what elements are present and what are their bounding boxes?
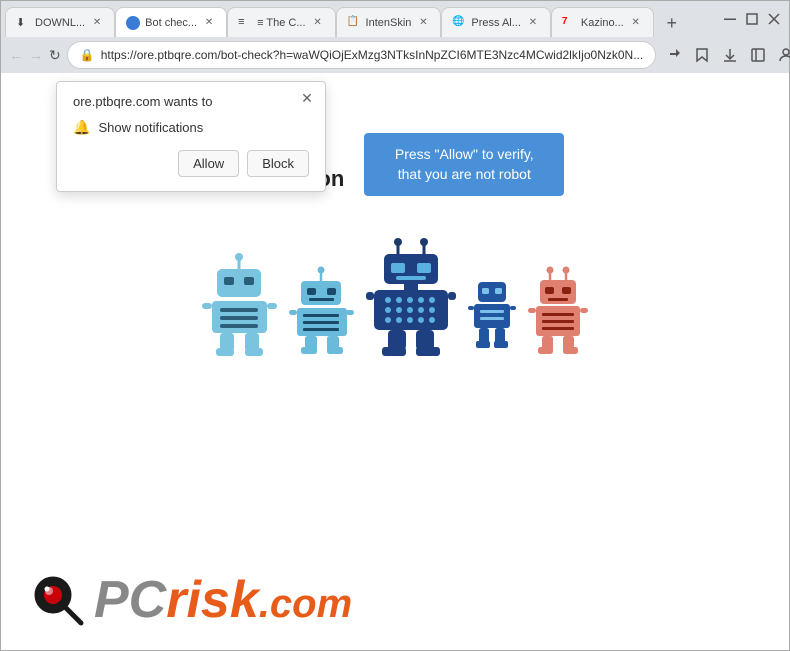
title-bar: ⬇ DOWNL... ✕ Bot chec... ✕ ≡ ≡ The C... … xyxy=(1,1,789,37)
verification-badge: Press "Allow" to verify, that you are no… xyxy=(364,133,564,196)
robot-4 xyxy=(468,276,516,356)
bell-icon: 🔔 xyxy=(73,119,90,136)
tab-download[interactable]: ⬇ DOWNL... ✕ xyxy=(5,7,115,37)
risk-text: risk xyxy=(166,571,259,629)
sidebar-button[interactable] xyxy=(746,43,770,67)
tab-favicon-2 xyxy=(126,16,140,30)
bookmark-button[interactable] xyxy=(690,43,714,67)
tab-thec[interactable]: ≡ ≡ The C... ✕ xyxy=(227,7,335,37)
tab-label-2: Bot chec... xyxy=(145,17,197,29)
notification-popup: ✕ ore.ptbqre.com wants to 🔔 Show notific… xyxy=(56,81,326,192)
tab-close-4[interactable]: ✕ xyxy=(416,16,430,30)
forward-button[interactable]: → xyxy=(29,41,43,69)
tab-label-6: Kazino... xyxy=(581,17,624,29)
tab-favicon-4: 📋 xyxy=(347,16,361,30)
tab-close-6[interactable]: ✕ xyxy=(629,16,643,30)
tab-botcheck[interactable]: Bot chec... ✕ xyxy=(115,7,227,37)
tab-label-4: IntenSkin xyxy=(366,17,412,29)
tabs-area: ⬇ DOWNL... ✕ Bot chec... ✕ ≡ ≡ The C... … xyxy=(5,1,715,37)
profile-button[interactable] xyxy=(774,43,790,67)
block-button[interactable]: Block xyxy=(247,150,309,177)
minimize-button[interactable] xyxy=(723,12,737,26)
popup-close-button[interactable]: ✕ xyxy=(299,90,315,106)
tab-label-3: ≡ The C... xyxy=(257,17,305,29)
share-button[interactable] xyxy=(662,43,686,67)
address-input[interactable]: 🔒 https://ore.ptbqre.com/bot-check?h=waW… xyxy=(67,41,656,69)
pcrisk-text: PCrisk.com xyxy=(94,570,352,630)
address-text: https://ore.ptbqre.com/bot-check?h=waWQi… xyxy=(101,48,644,62)
robot-1 xyxy=(202,251,277,356)
tab-favicon-6: 7 xyxy=(562,16,576,30)
back-button[interactable]: ← xyxy=(9,41,23,69)
close-button[interactable] xyxy=(767,12,781,26)
pcrisk-logo-section: PCrisk.com xyxy=(31,570,352,630)
tab-close-1[interactable]: ✕ xyxy=(90,16,104,30)
popup-title: ore.ptbqre.com wants to xyxy=(73,94,309,109)
tab-close-3[interactable]: ✕ xyxy=(311,16,325,30)
robot-3 xyxy=(366,236,456,356)
lock-icon: 🔒 xyxy=(80,48,95,62)
robots-row xyxy=(202,236,588,356)
tab-close-5[interactable]: ✕ xyxy=(526,16,540,30)
robot-2 xyxy=(289,266,354,356)
popup-buttons: Allow Block xyxy=(73,150,309,177)
dotcom-text: .com xyxy=(259,582,352,626)
tab-label-5: Press Al... xyxy=(471,17,521,29)
pcrisk-logo-icon xyxy=(31,573,86,628)
address-bar: ← → ↻ 🔒 https://ore.ptbqre.com/bot-check… xyxy=(1,37,789,73)
tab-pressall[interactable]: 🌐 Press Al... ✕ xyxy=(441,7,551,37)
popup-notification-label: Show notifications xyxy=(98,120,203,135)
page-content: ✕ ore.ptbqre.com wants to 🔔 Show notific… xyxy=(1,73,789,650)
tab-favicon-5: 🌐 xyxy=(452,16,466,30)
tab-favicon-3: ≡ xyxy=(238,16,252,30)
allow-button[interactable]: Allow xyxy=(178,150,239,177)
address-actions: ⋮ xyxy=(662,43,790,67)
pc-text: PC xyxy=(94,571,166,629)
new-tab-button[interactable]: + xyxy=(658,9,686,37)
window-controls xyxy=(723,12,781,26)
popup-notification-row: 🔔 Show notifications xyxy=(73,119,309,136)
tab-label-1: DOWNL... xyxy=(35,17,85,29)
reload-button[interactable]: ↻ xyxy=(49,41,61,69)
download-button[interactable] xyxy=(718,43,742,67)
browser-window: ⬇ DOWNL... ✕ Bot chec... ✕ ≡ ≡ The C... … xyxy=(0,0,790,651)
tab-kazino[interactable]: 7 Kazino... ✕ xyxy=(551,7,654,37)
maximize-button[interactable] xyxy=(745,12,759,26)
tab-intenskin[interactable]: 📋 IntenSkin ✕ xyxy=(336,7,442,37)
tab-close-2[interactable]: ✕ xyxy=(202,16,216,30)
robot-5 xyxy=(528,266,588,356)
tab-favicon-1: ⬇ xyxy=(16,16,30,30)
